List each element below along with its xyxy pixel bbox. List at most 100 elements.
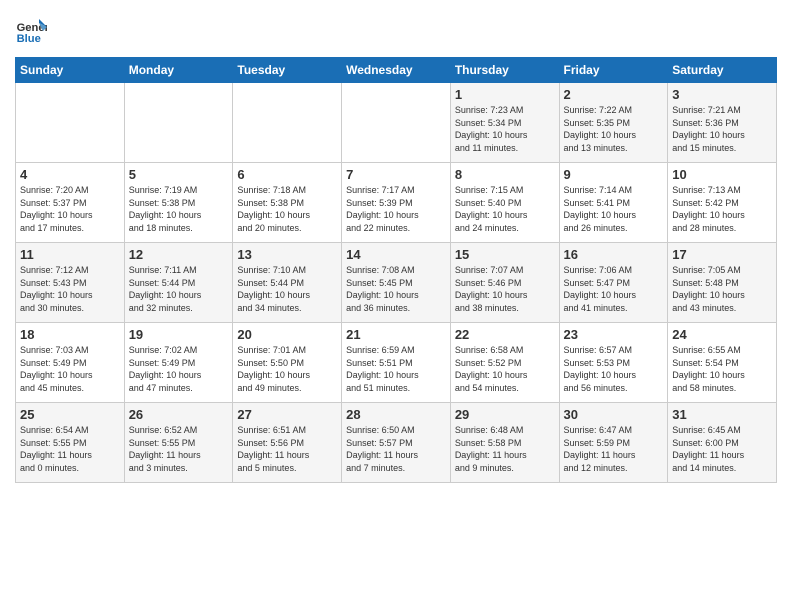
calendar-cell: 24 Sunrise: 6:55 AM Sunset: 5:54 PM Dayli…	[668, 323, 777, 403]
day-info: Sunrise: 6:54 AM Sunset: 5:55 PM Dayligh…	[20, 424, 120, 474]
day-info: Sunrise: 7:12 AM Sunset: 5:43 PM Dayligh…	[20, 264, 120, 314]
day-info: Sunrise: 6:51 AM Sunset: 5:56 PM Dayligh…	[237, 424, 337, 474]
day-number: 3	[672, 87, 772, 102]
calendar-cell: 21 Sunrise: 6:59 AM Sunset: 5:51 PM Dayli…	[342, 323, 451, 403]
calendar-cell: 19 Sunrise: 7:02 AM Sunset: 5:49 PM Dayli…	[124, 323, 233, 403]
day-number: 18	[20, 327, 120, 342]
day-info: Sunrise: 7:02 AM Sunset: 5:49 PM Dayligh…	[129, 344, 229, 394]
calendar-cell: 30 Sunrise: 6:47 AM Sunset: 5:59 PM Dayli…	[559, 403, 668, 483]
day-info: Sunrise: 7:22 AM Sunset: 5:35 PM Dayligh…	[564, 104, 664, 154]
day-number: 10	[672, 167, 772, 182]
header-cell-saturday: Saturday	[668, 58, 777, 83]
day-info: Sunrise: 7:14 AM Sunset: 5:41 PM Dayligh…	[564, 184, 664, 234]
day-number: 27	[237, 407, 337, 422]
calendar-cell: 18 Sunrise: 7:03 AM Sunset: 5:49 PM Dayli…	[16, 323, 125, 403]
calendar-cell: 13 Sunrise: 7:10 AM Sunset: 5:44 PM Dayli…	[233, 243, 342, 323]
calendar-cell	[233, 83, 342, 163]
header-cell-monday: Monday	[124, 58, 233, 83]
logo: General Blue	[15, 15, 51, 47]
calendar-cell	[342, 83, 451, 163]
day-info: Sunrise: 6:57 AM Sunset: 5:53 PM Dayligh…	[564, 344, 664, 394]
day-number: 25	[20, 407, 120, 422]
day-info: Sunrise: 7:11 AM Sunset: 5:44 PM Dayligh…	[129, 264, 229, 314]
day-number: 21	[346, 327, 446, 342]
calendar-cell: 1 Sunrise: 7:23 AM Sunset: 5:34 PM Daylig…	[450, 83, 559, 163]
calendar-week-row: 25 Sunrise: 6:54 AM Sunset: 5:55 PM Dayli…	[16, 403, 777, 483]
calendar-cell: 8Sunrise: 7:15 AM Sunset: 5:40 PM Daylig…	[450, 163, 559, 243]
calendar-cell: 17Sunrise: 7:05 AM Sunset: 5:48 PM Dayli…	[668, 243, 777, 323]
calendar-cell: 27 Sunrise: 6:51 AM Sunset: 5:56 PM Dayli…	[233, 403, 342, 483]
calendar-cell: 31Sunrise: 6:45 AM Sunset: 6:00 PM Dayli…	[668, 403, 777, 483]
calendar-cell: 23 Sunrise: 6:57 AM Sunset: 5:53 PM Dayli…	[559, 323, 668, 403]
calendar-cell: 22Sunrise: 6:58 AM Sunset: 5:52 PM Dayli…	[450, 323, 559, 403]
svg-text:Blue: Blue	[17, 33, 41, 45]
day-number: 24	[672, 327, 772, 342]
header-cell-sunday: Sunday	[16, 58, 125, 83]
day-number: 13	[237, 247, 337, 262]
calendar-week-row: 4Sunrise: 7:20 AM Sunset: 5:37 PM Daylig…	[16, 163, 777, 243]
calendar-cell: 25 Sunrise: 6:54 AM Sunset: 5:55 PM Dayli…	[16, 403, 125, 483]
day-number: 5	[129, 167, 229, 182]
day-number: 28	[346, 407, 446, 422]
calendar-cell: 15Sunrise: 7:07 AM Sunset: 5:46 PM Dayli…	[450, 243, 559, 323]
calendar-cell: 28 Sunrise: 6:50 AM Sunset: 5:57 PM Dayli…	[342, 403, 451, 483]
day-info: Sunrise: 6:58 AM Sunset: 5:52 PM Dayligh…	[455, 344, 555, 394]
calendar-cell: 9 Sunrise: 7:14 AM Sunset: 5:41 PM Daylig…	[559, 163, 668, 243]
calendar-cell: 6 Sunrise: 7:18 AM Sunset: 5:38 PM Daylig…	[233, 163, 342, 243]
header-cell-wednesday: Wednesday	[342, 58, 451, 83]
day-info: Sunrise: 6:55 AM Sunset: 5:54 PM Dayligh…	[672, 344, 772, 394]
day-info: Sunrise: 7:19 AM Sunset: 5:38 PM Dayligh…	[129, 184, 229, 234]
calendar-cell: 16 Sunrise: 7:06 AM Sunset: 5:47 PM Dayli…	[559, 243, 668, 323]
day-number: 8	[455, 167, 555, 182]
calendar-week-row: 11 Sunrise: 7:12 AM Sunset: 5:43 PM Dayli…	[16, 243, 777, 323]
day-number: 30	[564, 407, 664, 422]
day-number: 14	[346, 247, 446, 262]
calendar-table: SundayMondayTuesdayWednesdayThursdayFrid…	[15, 57, 777, 483]
calendar-header-row: SundayMondayTuesdayWednesdayThursdayFrid…	[16, 58, 777, 83]
day-number: 29	[455, 407, 555, 422]
calendar-cell: 11 Sunrise: 7:12 AM Sunset: 5:43 PM Dayli…	[16, 243, 125, 323]
day-info: Sunrise: 6:45 AM Sunset: 6:00 PM Dayligh…	[672, 424, 772, 474]
calendar-cell: 10 Sunrise: 7:13 AM Sunset: 5:42 PM Dayli…	[668, 163, 777, 243]
day-number: 2	[564, 87, 664, 102]
calendar-cell: 5 Sunrise: 7:19 AM Sunset: 5:38 PM Daylig…	[124, 163, 233, 243]
day-number: 7	[346, 167, 446, 182]
day-number: 1	[455, 87, 555, 102]
day-number: 15	[455, 247, 555, 262]
day-number: 23	[564, 327, 664, 342]
calendar-cell: 12 Sunrise: 7:11 AM Sunset: 5:44 PM Dayli…	[124, 243, 233, 323]
day-info: Sunrise: 7:18 AM Sunset: 5:38 PM Dayligh…	[237, 184, 337, 234]
logo-icon: General Blue	[15, 15, 47, 47]
calendar-week-row: 1 Sunrise: 7:23 AM Sunset: 5:34 PM Daylig…	[16, 83, 777, 163]
day-number: 16	[564, 247, 664, 262]
day-info: Sunrise: 7:10 AM Sunset: 5:44 PM Dayligh…	[237, 264, 337, 314]
day-info: Sunrise: 7:21 AM Sunset: 5:36 PM Dayligh…	[672, 104, 772, 154]
day-info: Sunrise: 7:05 AM Sunset: 5:48 PM Dayligh…	[672, 264, 772, 314]
header-cell-friday: Friday	[559, 58, 668, 83]
day-number: 19	[129, 327, 229, 342]
day-info: Sunrise: 6:59 AM Sunset: 5:51 PM Dayligh…	[346, 344, 446, 394]
day-info: Sunrise: 7:08 AM Sunset: 5:45 PM Dayligh…	[346, 264, 446, 314]
day-number: 26	[129, 407, 229, 422]
day-info: Sunrise: 7:23 AM Sunset: 5:34 PM Dayligh…	[455, 104, 555, 154]
calendar-week-row: 18 Sunrise: 7:03 AM Sunset: 5:49 PM Dayli…	[16, 323, 777, 403]
day-number: 12	[129, 247, 229, 262]
day-info: Sunrise: 7:06 AM Sunset: 5:47 PM Dayligh…	[564, 264, 664, 314]
calendar-cell: 7Sunrise: 7:17 AM Sunset: 5:39 PM Daylig…	[342, 163, 451, 243]
calendar-cell	[124, 83, 233, 163]
header-cell-thursday: Thursday	[450, 58, 559, 83]
day-info: Sunrise: 7:03 AM Sunset: 5:49 PM Dayligh…	[20, 344, 120, 394]
header-cell-tuesday: Tuesday	[233, 58, 342, 83]
day-info: Sunrise: 6:50 AM Sunset: 5:57 PM Dayligh…	[346, 424, 446, 474]
calendar-cell: 29 Sunrise: 6:48 AM Sunset: 5:58 PM Dayli…	[450, 403, 559, 483]
day-info: Sunrise: 7:13 AM Sunset: 5:42 PM Dayligh…	[672, 184, 772, 234]
day-number: 11	[20, 247, 120, 262]
calendar-cell: 2 Sunrise: 7:22 AM Sunset: 5:35 PM Daylig…	[559, 83, 668, 163]
day-number: 6	[237, 167, 337, 182]
calendar-cell	[16, 83, 125, 163]
calendar-cell: 26Sunrise: 6:52 AM Sunset: 5:55 PM Dayli…	[124, 403, 233, 483]
day-info: Sunrise: 6:48 AM Sunset: 5:58 PM Dayligh…	[455, 424, 555, 474]
day-number: 9	[564, 167, 664, 182]
calendar-cell: 20Sunrise: 7:01 AM Sunset: 5:50 PM Dayli…	[233, 323, 342, 403]
day-info: Sunrise: 6:47 AM Sunset: 5:59 PM Dayligh…	[564, 424, 664, 474]
